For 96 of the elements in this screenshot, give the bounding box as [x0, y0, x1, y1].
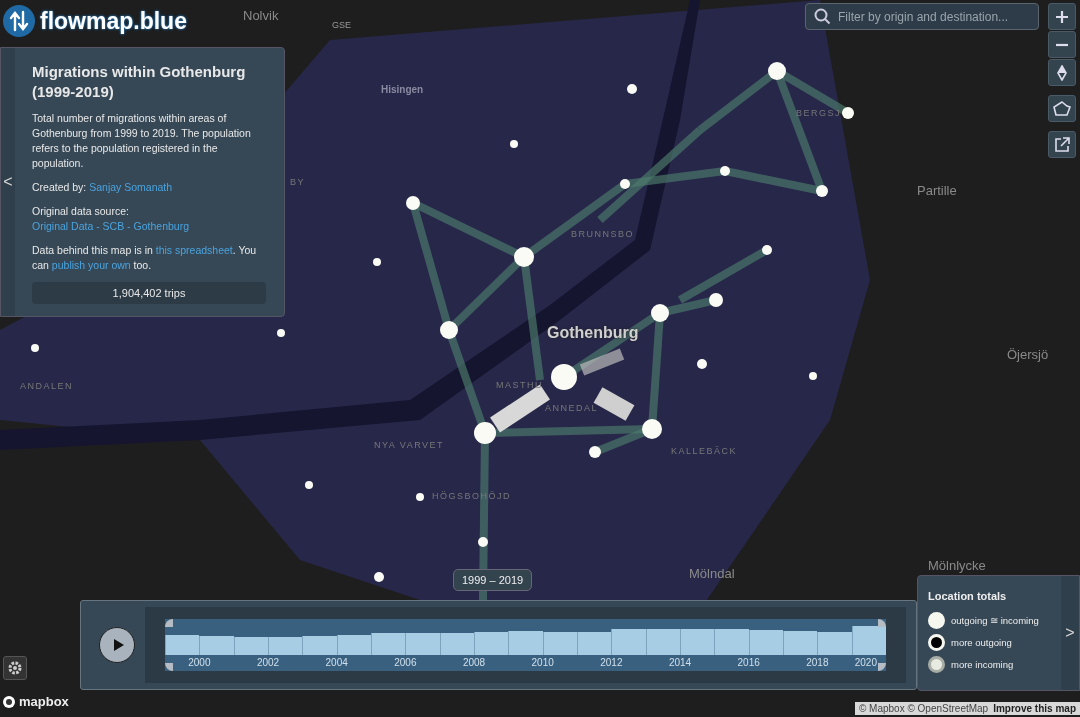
- compass-button[interactable]: [1048, 59, 1076, 86]
- map-label: Nolvik: [243, 8, 279, 23]
- histogram-bar: [302, 636, 337, 655]
- histogram-bar: [508, 631, 543, 655]
- histogram-bar: [199, 635, 234, 655]
- histogram-bar: [851, 626, 886, 655]
- dataset-description: Total number of migrations within areas of Gothenburg from 1999 to 2019. The population refers to the population registered in the population.: [32, 111, 252, 171]
- histogram-bar: [165, 635, 200, 655]
- dataset-title: Migrations within Gothenburg (1999-2019): [32, 62, 247, 102]
- logo-text: flowmap.blue: [40, 7, 187, 35]
- legend-label: more incoming: [951, 659, 1014, 670]
- legend-label: more outgoing: [951, 637, 1012, 648]
- histogram-bar: [782, 631, 818, 655]
- map-label: Mölnlycke: [928, 558, 986, 573]
- year-label: 2000: [188, 657, 211, 668]
- histogram-bar: [233, 637, 268, 655]
- spreadsheet-link[interactable]: this spreadsheet: [155, 244, 233, 256]
- map-label: GSE: [332, 20, 351, 30]
- legend-circle-icon: [928, 656, 945, 673]
- source-link[interactable]: Original Data - SCB - Gothenburg: [32, 220, 189, 232]
- mapbox-logo-icon: [2, 694, 16, 709]
- year-label: 2010: [531, 657, 554, 668]
- map-label: ANNEDAL: [545, 403, 598, 413]
- histogram-bar: [405, 633, 440, 655]
- brush-handle[interactable]: [165, 619, 173, 627]
- expand-toggle[interactable]: >: [1061, 576, 1079, 690]
- zoom-out-button[interactable]: [1048, 31, 1076, 58]
- timeline-histogram[interactable]: 2000 2002 2004 2006 2008 2010 2012 2014 2016 2018 2020: [165, 619, 886, 671]
- play-button[interactable]: [99, 627, 135, 663]
- histogram-bar: [542, 631, 577, 655]
- mapbox-logo-text: mapbox: [19, 694, 69, 709]
- map-label: Öjersjö: [1007, 347, 1049, 362]
- map-label: KALLEBÄCK: [671, 446, 738, 456]
- year-label: 2012: [600, 657, 623, 668]
- settings-icon: [7, 660, 23, 676]
- polygon-icon: [1053, 100, 1071, 117]
- external-link-icon: [1054, 136, 1070, 153]
- histogram-bar: [817, 631, 852, 655]
- year-label: 2004: [325, 657, 348, 668]
- improve-map-link[interactable]: Improve this map: [993, 703, 1076, 714]
- year-label: 2008: [462, 657, 486, 668]
- lasso-button[interactable]: [1048, 95, 1076, 122]
- map-label: BRUNNSBO: [571, 229, 634, 239]
- histogram-bar: [473, 631, 509, 655]
- histogram-bar: [645, 629, 680, 655]
- map-label: Mölndal: [689, 566, 735, 581]
- brush-handle[interactable]: [878, 663, 886, 671]
- year-label: 2020: [854, 657, 877, 668]
- created-by-text: Created by: Sanjay Somanath: [32, 180, 174, 195]
- logo-icon: [2, 4, 36, 38]
- map-label: NYA VARVET: [374, 440, 445, 450]
- histogram-bar: [679, 629, 715, 655]
- zoom-in-button[interactable]: [1048, 3, 1076, 30]
- map-label: Hisingen: [381, 84, 424, 95]
- map-label: Gothenburg: [547, 324, 639, 342]
- plus-icon: [1055, 9, 1069, 24]
- histogram-bar: [748, 630, 783, 655]
- map-label: MASTHU: [496, 380, 543, 390]
- search-icon: [814, 8, 831, 25]
- year-label: 2014: [668, 657, 692, 668]
- histogram-bar: [336, 634, 371, 655]
- author-link[interactable]: Sanjay Somanath: [89, 181, 173, 193]
- histogram-bar: [714, 629, 749, 655]
- map-label: Partille: [917, 183, 957, 198]
- data-source-text: Original data source: Original Data - SCB - Gothenburg: [32, 204, 190, 234]
- histogram-bar: [439, 632, 474, 655]
- year-label: 2018: [806, 657, 829, 668]
- legend-circle-icon: [928, 634, 945, 651]
- legend-label: outgoing ≅ incoming: [951, 615, 1039, 626]
- range-tooltip: 1999 – 2019: [453, 569, 533, 591]
- open-external-button[interactable]: [1048, 131, 1076, 158]
- year-label: 2006: [394, 657, 417, 668]
- settings-button[interactable]: [3, 656, 27, 680]
- histogram-bar: [576, 631, 612, 655]
- publish-link[interactable]: publish your own: [51, 259, 131, 271]
- attribution-text: © Mapbox © OpenStreetMap: [858, 703, 989, 714]
- map-label: BERGSJ: [796, 108, 841, 118]
- brush-handle[interactable]: [165, 663, 173, 671]
- map-label: HÖGSBOHÖJD: [432, 491, 511, 501]
- year-label: 2002: [256, 657, 280, 668]
- map-label: BY: [290, 177, 305, 187]
- legend-circle-icon: [928, 612, 945, 629]
- play-icon: [112, 638, 125, 652]
- histogram-bar: [370, 633, 406, 655]
- year-label: 2016: [737, 657, 760, 668]
- brush-handle[interactable]: [878, 619, 886, 627]
- search-field[interactable]: Filter by origin and destination...: [805, 3, 1039, 30]
- data-note-text: Data behind this map is in this spreadsheet. You can publish your own too.: [32, 243, 258, 273]
- total-trips: 1,904,402 trips: [32, 282, 266, 304]
- histogram-bar: [268, 637, 303, 655]
- compass-icon: [1057, 64, 1067, 81]
- collapse-toggle[interactable]: <: [1, 48, 15, 316]
- map-label: ANDALEN: [20, 381, 73, 391]
- search-input[interactable]: Filter by origin and destination...: [836, 8, 1030, 25]
- histogram-bar: [611, 628, 646, 655]
- legend-title: Location totals: [928, 590, 1008, 602]
